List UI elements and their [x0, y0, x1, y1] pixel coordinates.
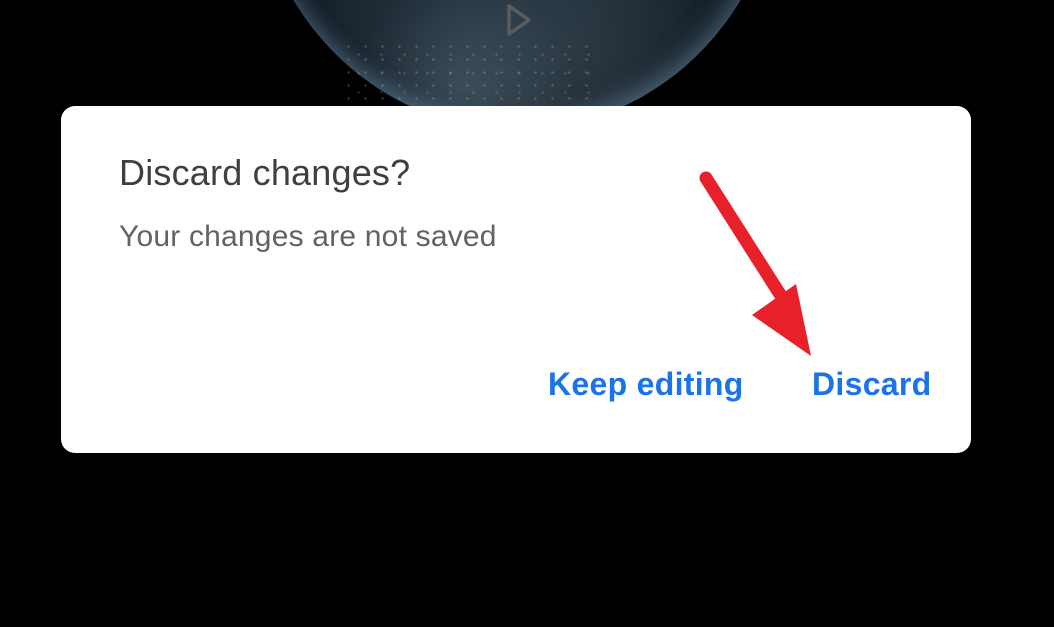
dialog-message: Your changes are not saved: [119, 220, 497, 253]
screen: Discard changes? Your changes are not sa…: [0, 0, 1054, 627]
city-lights-decoration: [340, 40, 600, 100]
dialog-title: Discard changes?: [119, 152, 411, 193]
keep-editing-button[interactable]: Keep editing: [548, 366, 744, 403]
red-arrow-icon: [699, 171, 811, 356]
play-icon[interactable]: [500, 2, 536, 38]
discard-button[interactable]: Discard: [812, 366, 932, 403]
